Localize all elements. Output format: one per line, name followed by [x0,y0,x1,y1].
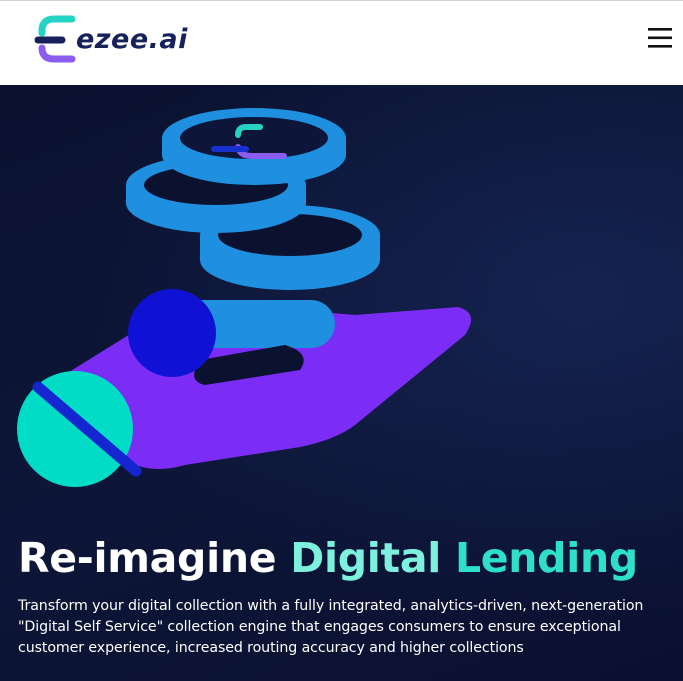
headline-accent-lending: Lending [454,534,638,582]
coin-stack [126,108,380,290]
ezee-e-logo-icon [34,15,76,63]
hand-holding-coins-icon [17,108,472,487]
hero-description: Transform your digital collection with a… [18,598,644,656]
brand-logo-text: ezee.ai [76,24,188,55]
hamburger-menu-button[interactable] [646,25,674,51]
brand-logo[interactable]: ezee.ai [32,15,202,67]
hand [17,289,472,487]
hero-headline: Re-imagine Digital Lending [18,533,678,583]
site-header: ezee.ai [0,0,683,85]
headline-accent-digital: Digital [290,534,441,582]
headline-plain: Re-imagine [18,534,277,582]
hamburger-menu-icon [648,28,672,48]
hero-section: Re-imagine Digital Lending Transform you… [0,85,683,681]
